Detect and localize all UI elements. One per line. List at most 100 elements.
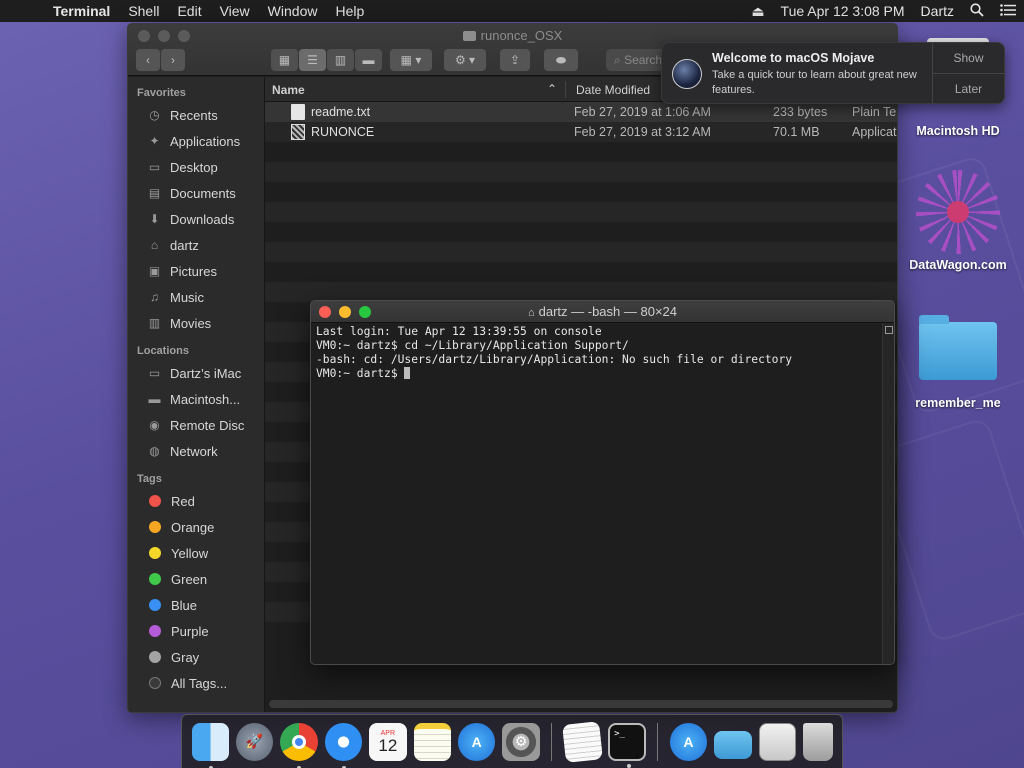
menubar-user[interactable]: Dartz [913,3,962,19]
dock-textedit-icon[interactable] [561,720,604,763]
file-size: 70.1 MB [773,125,820,139]
sidebar-tag-red[interactable]: Red [128,488,264,514]
recents-icon: ◷ [149,108,160,122]
terminal-title: ⌂ dartz — -bash — 80×24 [527,304,678,319]
sidebar-tag-blue[interactable]: Blue [128,592,264,618]
calendar-day: 12 [378,735,398,755]
sidebar-item-recents[interactable]: ◷ Recents [128,102,264,128]
finder-sidebar: Favorites ◷ Recents ✦ Applications ▭ Desktop ▤… [128,77,265,712]
tags-button[interactable]: ⬬ [544,49,578,71]
icon-view-button[interactable]: ▦ [271,49,298,71]
sidebar-item-label: Movies [170,315,212,331]
sidebar-location-2[interactable]: ◉ Remote Disc [128,412,264,438]
terminal-titlebar[interactable]: ⌂ dartz — -bash — 80×24 [311,301,894,323]
column-view-button[interactable]: ▥ [327,49,354,71]
forward-button[interactable]: › [161,49,185,71]
sidebar-location-0[interactable]: ▭ Dartz’s iMac [128,360,264,386]
sidebar-tag-all-tags-[interactable]: All Tags... [128,670,264,696]
menubar-clock[interactable]: Tue Apr 12 3:08 PM [773,3,913,19]
desktop-icon-remember-me[interactable]: remember_me [903,315,1013,410]
dock-app-store-download-icon[interactable]: A [669,722,708,761]
desktop-icon-label: DataWagon.com [909,258,1007,272]
dock-finder-icon[interactable] [191,722,229,768]
menu-view[interactable]: View [211,3,259,19]
vertical-scrollbar[interactable] [882,323,894,664]
terminal-window[interactable]: ⌂ dartz — -bash — 80×24 Last login: Tue A… [310,300,895,665]
menu-help[interactable]: Help [326,3,373,19]
dock-trash-icon[interactable] [802,722,833,761]
dock-launchpad-icon[interactable]: 🚀 [235,722,274,761]
file-row[interactable]: readme.txt Feb 27, 2019 at 1:06 AM 233 byt… [265,102,897,122]
dock-installer-icon[interactable] [758,722,796,761]
sidebar-location-3[interactable]: ◍ Network [128,438,264,464]
text-document-icon [291,104,305,120]
menu-shell[interactable]: Shell [119,3,168,19]
terminal-prompt-line[interactable]: VM0:~ dartz$ [316,367,877,381]
sidebar-item-applications[interactable]: ✦ Applications [128,128,264,154]
sort-indicator-icon: ⌃ [547,82,558,96]
sidebar-item-desktop[interactable]: ▭ Desktop [128,154,264,180]
dock-folder-icon[interactable] [714,730,752,759]
sidebar-item-movies[interactable]: ▥ Movies [128,310,264,336]
file-row[interactable]: RUNONCE Feb 27, 2019 at 3:12 AM 70.1 MB App… [265,122,897,142]
scroll-split-icon[interactable] [885,326,893,334]
eject-icon[interactable]: ⏏ [743,3,772,20]
sidebar-item-dartz[interactable]: ⌂ dartz [128,232,264,258]
dock-safari-icon[interactable] [324,722,363,768]
app-menu[interactable]: Terminal [44,3,119,19]
text-cursor [404,367,411,379]
horizontal-scrollbar[interactable] [269,700,893,708]
show-button[interactable]: Show [933,43,1004,73]
dock-terminal-icon[interactable]: >_ [608,722,646,768]
menu-window[interactable]: Window [259,3,327,19]
tag-color-dot-icon [149,521,161,533]
sidebar-item-label: Macintosh... [170,391,241,407]
dock-system-preferences-icon[interactable]: ⚙ [502,722,540,761]
sidebar-location-1[interactable]: ▬ Macintosh... [128,386,264,412]
sidebar-item-label: Yellow [171,545,209,561]
sidebar-item-downloads[interactable]: ⬇ Downloads [128,206,264,232]
dock-app-store-icon[interactable]: A [457,722,496,761]
sidebar-item-pictures[interactable]: ▣ Pictures [128,258,264,284]
notification-banner[interactable]: Welcome to macOS Mojave Take a quick tou… [661,42,1005,104]
column-date-header[interactable]: Date Modified [576,83,650,97]
sidebar-tag-yellow[interactable]: Yellow [128,540,264,566]
column-name-header[interactable]: Name [272,83,305,97]
action-gear-button[interactable]: ⚙ ▾ [444,49,486,71]
sidebar-item-label: Green [171,571,208,587]
desktop-icon-datawagon[interactable]: DataWagon.com [903,170,1013,272]
dock-chrome-icon[interactable] [280,722,318,768]
terminal-output[interactable]: Last login: Tue Apr 12 13:39:55 on conso… [311,323,882,664]
sidebar-item-label: Dartz’s iMac [170,365,242,381]
imac-icon: ▭ [148,366,161,380]
sidebar-tag-gray[interactable]: Gray [128,644,264,670]
group-by-button[interactable]: ▦ ▾ [390,49,432,71]
empty-row [265,282,897,302]
terminal-line: -bash: cd: /Users/dartz/Library/Applicat… [316,353,793,366]
sidebar-item-music[interactable]: ♫ Music [128,284,264,310]
macos-mojave-icon [672,59,702,89]
folder-icon [462,31,476,41]
network-icon: ◍ [149,444,160,458]
datawagon-logo-icon [916,170,1000,254]
sidebar-tag-purple[interactable]: Purple [128,618,264,644]
dock-notes-icon[interactable] [413,722,451,761]
sidebar-item-documents[interactable]: ▤ Documents [128,180,264,206]
menu-bar: Terminal Shell Edit View Window Help ⏏ T… [0,0,1024,22]
spotlight-search-icon[interactable] [962,2,992,20]
back-button[interactable]: ‹ [136,49,160,71]
dock-calendar-icon[interactable]: APR 12 [369,722,407,761]
music-icon: ♫ [150,290,159,304]
gallery-view-button[interactable]: ▬ [355,49,382,71]
share-button[interactable]: ⇪ [500,49,530,71]
sidebar-tag-green[interactable]: Green [128,566,264,592]
sidebar-tag-orange[interactable]: Orange [128,514,264,540]
later-button[interactable]: Later [933,73,1004,103]
empty-row [265,202,897,222]
sidebar-item-label: Recents [170,107,218,123]
sidebar-item-label: Downloads [170,211,235,227]
menu-edit[interactable]: Edit [168,3,210,19]
notification-center-icon[interactable] [992,3,1024,19]
sidebar-item-label: Documents [170,185,236,201]
list-view-button[interactable]: ☰ [299,49,326,71]
